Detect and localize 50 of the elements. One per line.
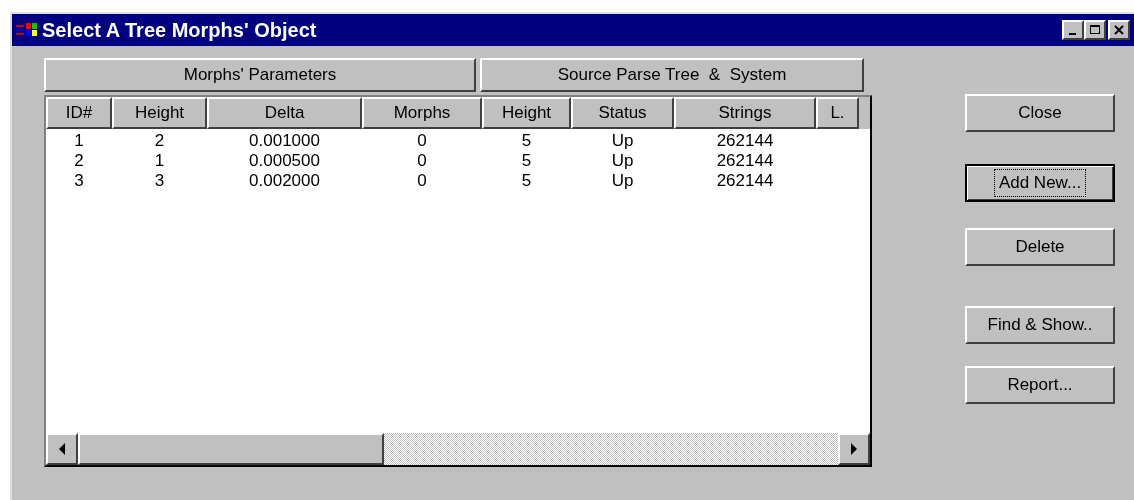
column-header[interactable]: Delta bbox=[207, 97, 362, 129]
column-group-header: Source Parse Tree & System bbox=[480, 58, 864, 92]
table-cell: 262144 bbox=[716, 171, 774, 191]
table-cell: 1 bbox=[154, 151, 165, 171]
maximize-icon bbox=[1089, 24, 1101, 36]
table-cell: 0 bbox=[417, 171, 427, 191]
table-cell: 262144 bbox=[716, 151, 774, 171]
table-cell: 0 bbox=[417, 151, 427, 171]
table-cell: 262144 bbox=[716, 131, 774, 151]
column-group-header: Morphs' Parameters bbox=[44, 58, 476, 92]
dialog-button[interactable]: Close bbox=[965, 94, 1115, 132]
table-cell: 0.002000 bbox=[249, 171, 320, 191]
column-header[interactable]: Height bbox=[112, 97, 207, 129]
maximize-button[interactable] bbox=[1084, 20, 1106, 40]
table-cell: 5 bbox=[521, 151, 532, 171]
horizontal-scrollbar[interactable] bbox=[46, 433, 870, 465]
table-cell: 1 bbox=[74, 131, 84, 151]
column-header[interactable]: L. bbox=[816, 97, 859, 129]
table-cell: 3 bbox=[154, 171, 165, 191]
table-cell: 0.000500 bbox=[249, 151, 320, 171]
minimize-button[interactable] bbox=[1062, 20, 1084, 40]
table-cell: Up bbox=[611, 171, 634, 191]
close-button[interactable] bbox=[1108, 20, 1130, 40]
table-cell: 0 bbox=[417, 131, 427, 151]
table-cell: 2 bbox=[154, 131, 165, 151]
table-cell: Up bbox=[611, 131, 634, 151]
table-cell: 5 bbox=[521, 171, 532, 191]
right-arrow-icon bbox=[850, 443, 858, 455]
table-cell: 0.001000 bbox=[249, 131, 320, 151]
column-header[interactable]: Morphs bbox=[362, 97, 482, 129]
column-header[interactable]: ID# bbox=[46, 97, 112, 129]
column-header[interactable]: Height bbox=[482, 97, 571, 129]
scroll-thumb[interactable] bbox=[78, 433, 384, 465]
app-icon bbox=[16, 22, 38, 38]
table-cell: 5 bbox=[521, 131, 532, 151]
left-arrow-icon bbox=[58, 443, 66, 455]
dialog-button[interactable]: Find & Show.. bbox=[965, 306, 1115, 344]
column-header[interactable]: Status bbox=[571, 97, 674, 129]
dialog-button[interactable]: Delete bbox=[965, 228, 1115, 266]
dialog-button[interactable]: Add New... bbox=[965, 164, 1115, 202]
column-header[interactable]: Strings bbox=[674, 97, 816, 129]
table-cell: 3 bbox=[74, 171, 84, 191]
scroll-right-button[interactable] bbox=[838, 433, 870, 465]
window-title: Select A Tree Morphs' Object bbox=[42, 18, 317, 43]
scroll-left-button[interactable] bbox=[46, 433, 78, 465]
minimize-icon bbox=[1068, 33, 1076, 35]
table-cell: 2 bbox=[74, 151, 84, 171]
close-icon bbox=[1113, 24, 1125, 36]
dialog-button[interactable]: Report... bbox=[965, 366, 1115, 404]
table-cell: Up bbox=[611, 151, 634, 171]
